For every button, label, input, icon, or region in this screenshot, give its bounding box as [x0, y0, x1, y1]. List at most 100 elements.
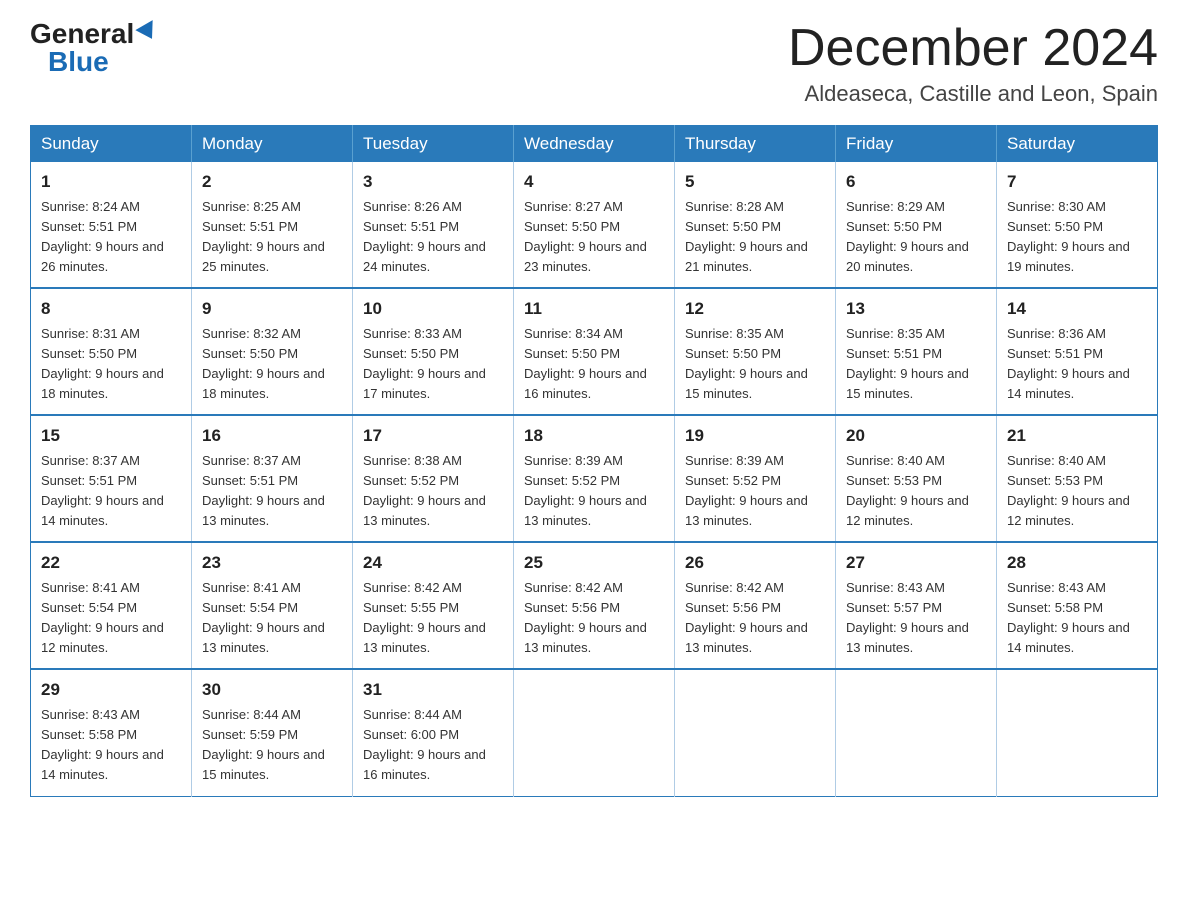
day-number: 8	[41, 296, 181, 322]
calendar-cell: 31Sunrise: 8:44 AMSunset: 6:00 PMDayligh…	[353, 669, 514, 796]
calendar-cell: 21Sunrise: 8:40 AMSunset: 5:53 PMDayligh…	[997, 415, 1158, 542]
calendar-cell: 16Sunrise: 8:37 AMSunset: 5:51 PMDayligh…	[192, 415, 353, 542]
header-monday: Monday	[192, 126, 353, 163]
calendar-cell: 7Sunrise: 8:30 AMSunset: 5:50 PMDaylight…	[997, 162, 1158, 288]
calendar-cell: 18Sunrise: 8:39 AMSunset: 5:52 PMDayligh…	[514, 415, 675, 542]
month-title: December 2024	[788, 20, 1158, 77]
calendar-cell: 1Sunrise: 8:24 AMSunset: 5:51 PMDaylight…	[31, 162, 192, 288]
day-info: Sunrise: 8:43 AMSunset: 5:58 PMDaylight:…	[41, 705, 181, 786]
calendar-cell: 24Sunrise: 8:42 AMSunset: 5:55 PMDayligh…	[353, 542, 514, 669]
day-number: 3	[363, 169, 503, 195]
day-info: Sunrise: 8:28 AMSunset: 5:50 PMDaylight:…	[685, 197, 825, 278]
calendar-cell: 22Sunrise: 8:41 AMSunset: 5:54 PMDayligh…	[31, 542, 192, 669]
calendar-cell	[997, 669, 1158, 796]
logo-general-text: General	[30, 20, 134, 48]
day-info: Sunrise: 8:44 AMSunset: 6:00 PMDaylight:…	[363, 705, 503, 786]
day-number: 25	[524, 550, 664, 576]
header-wednesday: Wednesday	[514, 126, 675, 163]
day-number: 21	[1007, 423, 1147, 449]
day-info: Sunrise: 8:42 AMSunset: 5:55 PMDaylight:…	[363, 578, 503, 659]
location-title: Aldeaseca, Castille and Leon, Spain	[788, 81, 1158, 107]
calendar-cell: 3Sunrise: 8:26 AMSunset: 5:51 PMDaylight…	[353, 162, 514, 288]
day-info: Sunrise: 8:27 AMSunset: 5:50 PMDaylight:…	[524, 197, 664, 278]
day-info: Sunrise: 8:42 AMSunset: 5:56 PMDaylight:…	[524, 578, 664, 659]
day-number: 6	[846, 169, 986, 195]
day-info: Sunrise: 8:24 AMSunset: 5:51 PMDaylight:…	[41, 197, 181, 278]
calendar-week-row: 22Sunrise: 8:41 AMSunset: 5:54 PMDayligh…	[31, 542, 1158, 669]
header-tuesday: Tuesday	[353, 126, 514, 163]
calendar-week-row: 8Sunrise: 8:31 AMSunset: 5:50 PMDaylight…	[31, 288, 1158, 415]
day-number: 11	[524, 296, 664, 322]
day-number: 22	[41, 550, 181, 576]
calendar-cell: 29Sunrise: 8:43 AMSunset: 5:58 PMDayligh…	[31, 669, 192, 796]
day-number: 2	[202, 169, 342, 195]
day-info: Sunrise: 8:43 AMSunset: 5:58 PMDaylight:…	[1007, 578, 1147, 659]
calendar-cell	[836, 669, 997, 796]
day-number: 28	[1007, 550, 1147, 576]
calendar-cell: 14Sunrise: 8:36 AMSunset: 5:51 PMDayligh…	[997, 288, 1158, 415]
day-number: 5	[685, 169, 825, 195]
day-info: Sunrise: 8:37 AMSunset: 5:51 PMDaylight:…	[202, 451, 342, 532]
day-number: 30	[202, 677, 342, 703]
day-info: Sunrise: 8:25 AMSunset: 5:51 PMDaylight:…	[202, 197, 342, 278]
calendar-cell: 27Sunrise: 8:43 AMSunset: 5:57 PMDayligh…	[836, 542, 997, 669]
calendar-cell: 20Sunrise: 8:40 AMSunset: 5:53 PMDayligh…	[836, 415, 997, 542]
calendar-cell: 28Sunrise: 8:43 AMSunset: 5:58 PMDayligh…	[997, 542, 1158, 669]
day-info: Sunrise: 8:33 AMSunset: 5:50 PMDaylight:…	[363, 324, 503, 405]
calendar-week-row: 15Sunrise: 8:37 AMSunset: 5:51 PMDayligh…	[31, 415, 1158, 542]
day-number: 23	[202, 550, 342, 576]
day-info: Sunrise: 8:41 AMSunset: 5:54 PMDaylight:…	[202, 578, 342, 659]
day-info: Sunrise: 8:30 AMSunset: 5:50 PMDaylight:…	[1007, 197, 1147, 278]
day-number: 31	[363, 677, 503, 703]
day-info: Sunrise: 8:34 AMSunset: 5:50 PMDaylight:…	[524, 324, 664, 405]
calendar-cell: 9Sunrise: 8:32 AMSunset: 5:50 PMDaylight…	[192, 288, 353, 415]
calendar-cell: 30Sunrise: 8:44 AMSunset: 5:59 PMDayligh…	[192, 669, 353, 796]
calendar-cell: 4Sunrise: 8:27 AMSunset: 5:50 PMDaylight…	[514, 162, 675, 288]
day-info: Sunrise: 8:36 AMSunset: 5:51 PMDaylight:…	[1007, 324, 1147, 405]
logo-triangle-icon	[136, 20, 161, 44]
calendar-cell: 10Sunrise: 8:33 AMSunset: 5:50 PMDayligh…	[353, 288, 514, 415]
day-info: Sunrise: 8:41 AMSunset: 5:54 PMDaylight:…	[41, 578, 181, 659]
day-info: Sunrise: 8:40 AMSunset: 5:53 PMDaylight:…	[1007, 451, 1147, 532]
header-thursday: Thursday	[675, 126, 836, 163]
day-number: 10	[363, 296, 503, 322]
calendar-cell: 5Sunrise: 8:28 AMSunset: 5:50 PMDaylight…	[675, 162, 836, 288]
day-number: 1	[41, 169, 181, 195]
logo-blue-text: Blue	[48, 48, 109, 76]
day-info: Sunrise: 8:43 AMSunset: 5:57 PMDaylight:…	[846, 578, 986, 659]
day-number: 9	[202, 296, 342, 322]
title-section: December 2024 Aldeaseca, Castille and Le…	[788, 20, 1158, 107]
calendar-cell: 19Sunrise: 8:39 AMSunset: 5:52 PMDayligh…	[675, 415, 836, 542]
logo: General Blue	[30, 20, 158, 76]
calendar-header-row: SundayMondayTuesdayWednesdayThursdayFrid…	[31, 126, 1158, 163]
calendar-cell: 6Sunrise: 8:29 AMSunset: 5:50 PMDaylight…	[836, 162, 997, 288]
day-number: 24	[363, 550, 503, 576]
day-number: 18	[524, 423, 664, 449]
calendar-cell: 15Sunrise: 8:37 AMSunset: 5:51 PMDayligh…	[31, 415, 192, 542]
day-info: Sunrise: 8:32 AMSunset: 5:50 PMDaylight:…	[202, 324, 342, 405]
day-number: 19	[685, 423, 825, 449]
calendar-week-row: 29Sunrise: 8:43 AMSunset: 5:58 PMDayligh…	[31, 669, 1158, 796]
header-friday: Friday	[836, 126, 997, 163]
calendar-cell: 23Sunrise: 8:41 AMSunset: 5:54 PMDayligh…	[192, 542, 353, 669]
day-info: Sunrise: 8:35 AMSunset: 5:50 PMDaylight:…	[685, 324, 825, 405]
day-info: Sunrise: 8:37 AMSunset: 5:51 PMDaylight:…	[41, 451, 181, 532]
day-info: Sunrise: 8:38 AMSunset: 5:52 PMDaylight:…	[363, 451, 503, 532]
day-number: 27	[846, 550, 986, 576]
day-number: 15	[41, 423, 181, 449]
day-number: 17	[363, 423, 503, 449]
day-number: 12	[685, 296, 825, 322]
day-info: Sunrise: 8:39 AMSunset: 5:52 PMDaylight:…	[524, 451, 664, 532]
calendar-cell: 12Sunrise: 8:35 AMSunset: 5:50 PMDayligh…	[675, 288, 836, 415]
day-number: 26	[685, 550, 825, 576]
day-number: 13	[846, 296, 986, 322]
day-info: Sunrise: 8:40 AMSunset: 5:53 PMDaylight:…	[846, 451, 986, 532]
day-number: 4	[524, 169, 664, 195]
day-info: Sunrise: 8:31 AMSunset: 5:50 PMDaylight:…	[41, 324, 181, 405]
day-number: 7	[1007, 169, 1147, 195]
calendar-cell: 11Sunrise: 8:34 AMSunset: 5:50 PMDayligh…	[514, 288, 675, 415]
day-number: 20	[846, 423, 986, 449]
day-number: 14	[1007, 296, 1147, 322]
calendar-cell	[675, 669, 836, 796]
calendar-cell: 8Sunrise: 8:31 AMSunset: 5:50 PMDaylight…	[31, 288, 192, 415]
